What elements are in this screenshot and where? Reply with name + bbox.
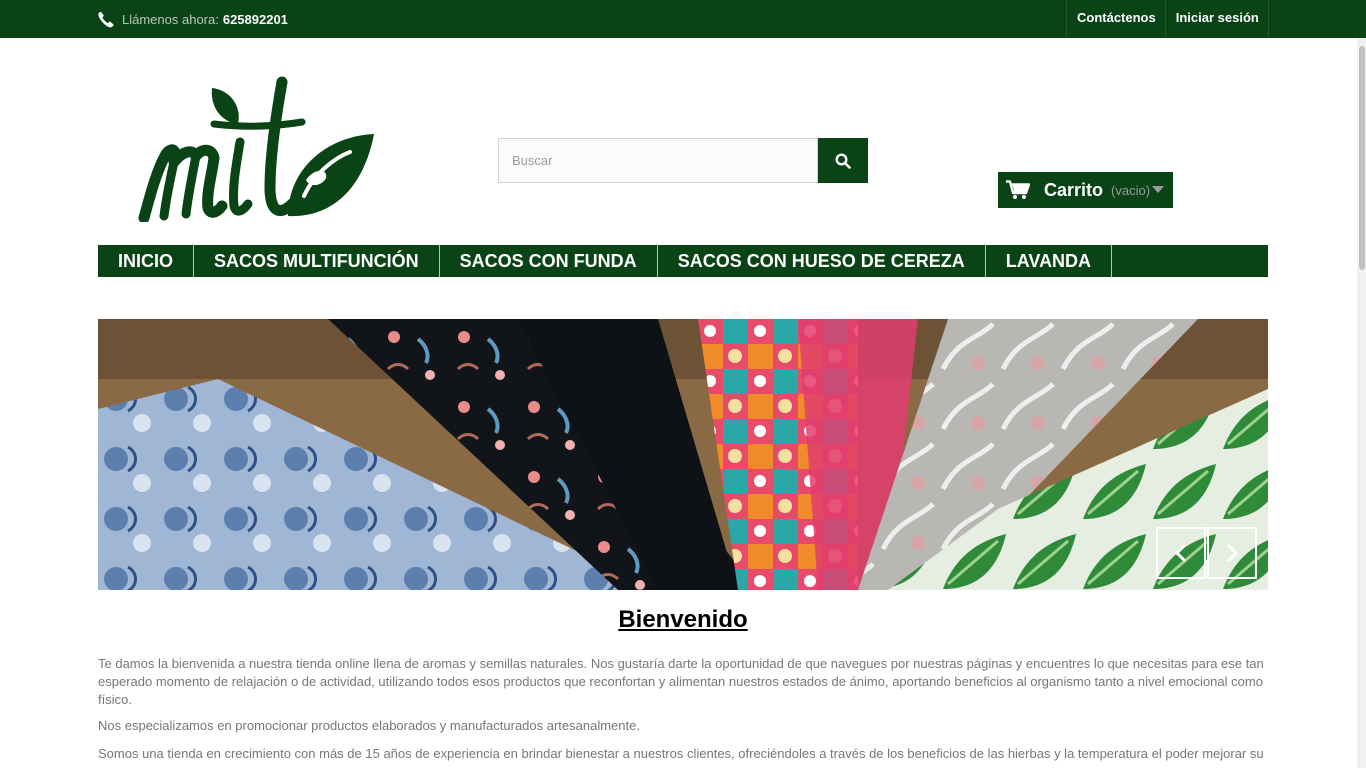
search-button[interactable]: [818, 138, 868, 183]
contact-link[interactable]: Contáctenos: [1066, 0, 1165, 38]
phone-icon: [98, 11, 114, 27]
shopping-cart-icon: [1006, 180, 1030, 199]
chevron-left-icon: [1174, 543, 1187, 563]
caret-down-icon: [1152, 186, 1165, 193]
welcome-title: Bienvenido: [618, 606, 748, 633]
slider-prev-button[interactable]: [1156, 527, 1206, 579]
menu-item-sacos-multifuncion[interactable]: SACOS MULTIFUNCIÓN: [194, 245, 440, 277]
specialty-paragraph: Nos especializamos en promocionar produc…: [98, 718, 640, 733]
scrollbar-thumb[interactable]: [1359, 46, 1365, 270]
menu-item-sacos-hueso-cereza[interactable]: SACOS CON HUESO DE CEREZA: [658, 245, 986, 277]
experience-paragraph: Somos una tienda en crecimiento con más …: [98, 746, 1264, 761]
search-input[interactable]: [498, 138, 818, 183]
menu-item-sacos-con-funda[interactable]: SACOS CON FUNDA: [440, 245, 658, 277]
slider-next-button[interactable]: [1207, 527, 1257, 579]
site-logo[interactable]: [138, 76, 378, 224]
search-bar: [498, 138, 868, 183]
phone-contact: Llámenos ahora: 625892201: [98, 0, 288, 38]
menu-item-inicio[interactable]: INICIO: [98, 245, 195, 277]
welcome-heading: Bienvenido: [0, 606, 1366, 634]
phone-label: Llámenos ahora:: [122, 11, 219, 27]
cart-status: (vacio): [1111, 182, 1151, 198]
homepage-slider-image[interactable]: [98, 319, 1268, 590]
chevron-right-icon: [1226, 543, 1239, 563]
search-icon: [835, 152, 851, 169]
top-links: Contáctenos Iniciar sesión: [1066, 0, 1269, 38]
main-menu: INICIO SACOS MULTIFUNCIÓN SACOS CON FUND…: [98, 245, 1268, 277]
menu-item-lavanda[interactable]: LAVANDA: [986, 245, 1113, 277]
phone-number[interactable]: 625892201: [223, 12, 288, 27]
login-link[interactable]: Iniciar sesión: [1164, 0, 1269, 38]
cart-label: Carrito: [1044, 179, 1104, 200]
intro-paragraph: Te damos la bienvenida a nuestra tienda …: [98, 656, 1264, 707]
cart-button[interactable]: Carrito (vacio): [998, 172, 1173, 208]
